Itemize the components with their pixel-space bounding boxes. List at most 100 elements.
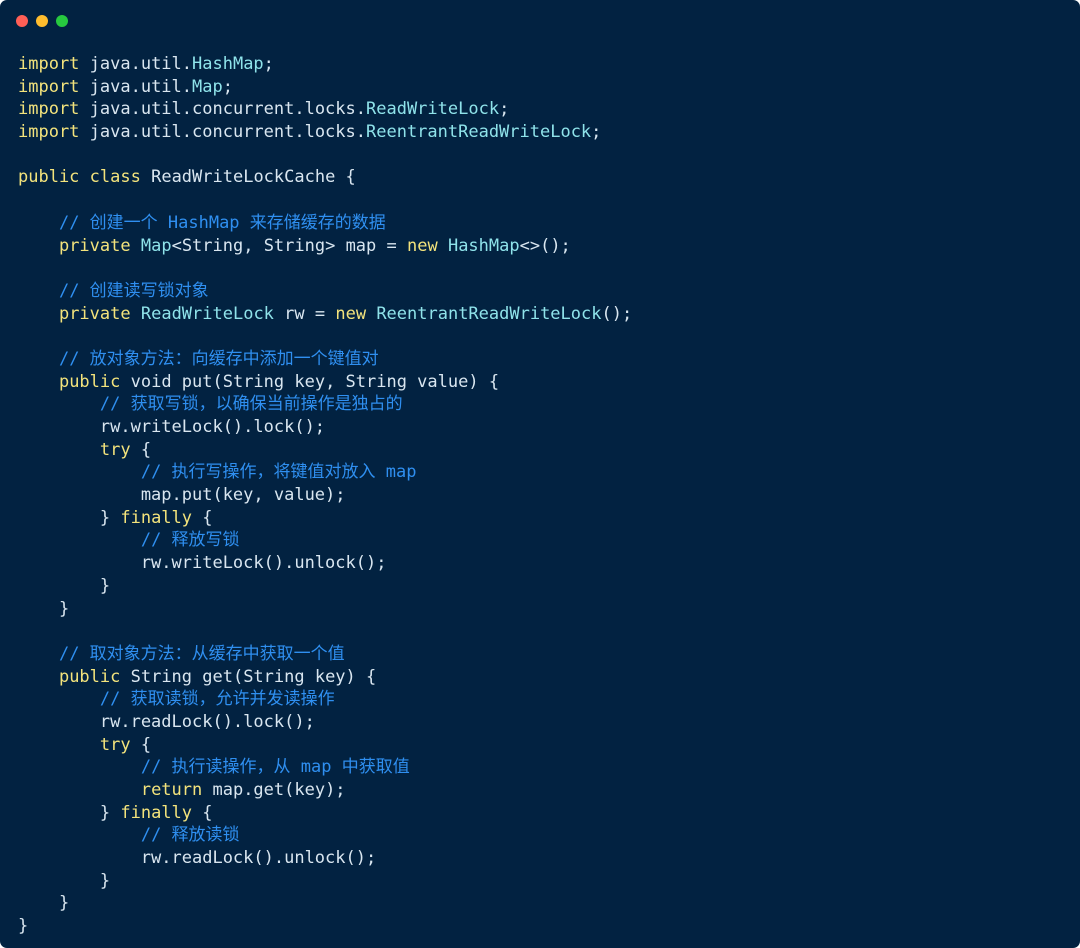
code-line: rw.writeLock().unlock(); — [18, 552, 632, 575]
code-text: { — [192, 802, 213, 823]
code-line: public String get(String key) { — [18, 666, 632, 689]
code-text: map.put(key, value); — [18, 485, 346, 506]
code-text: map.get(key); — [202, 780, 346, 800]
code-line: // 获取写锁，以确保当前操作是独占的 — [18, 393, 632, 416]
code-keyword: new — [406, 235, 438, 256]
code-type: HashMap — [447, 235, 520, 256]
code-text: ; — [591, 122, 602, 143]
minimize-window-icon[interactable] — [36, 15, 48, 27]
code-comment: // 释放写锁 — [140, 530, 240, 551]
code-line: } — [18, 870, 632, 893]
code-keyword: public — [18, 167, 80, 188]
code-line: public class ReadWriteLockCache { — [18, 166, 632, 189]
code-keyword: private — [58, 303, 131, 324]
code-keyword: import — [18, 99, 80, 120]
code-text: ; — [499, 99, 510, 120]
code-line: } — [18, 892, 632, 915]
code-type: ReentrantReadWriteLock — [366, 122, 592, 143]
code-text: rw.writeLock().unlock(); — [18, 553, 387, 574]
code-line: private ReadWriteLock rw = new Reentrant… — [18, 303, 632, 326]
code-text: } — [18, 507, 121, 528]
zoom-window-icon[interactable] — [56, 15, 68, 27]
code-line: // 执行写操作，将键值对放入 map — [18, 461, 632, 484]
code-keyword: new — [335, 303, 367, 324]
code-type: ReadWriteLock — [366, 99, 500, 120]
code-text: } — [18, 893, 70, 914]
code-line: try { — [18, 439, 632, 462]
code-comment: // 获取读锁，允许并发读操作 — [99, 689, 335, 710]
code-text: java.util. — [79, 54, 193, 74]
code-text: String get(String key) { — [120, 666, 377, 687]
code-comment: // 执行读操作，从 map 中获取值 — [140, 757, 410, 778]
code-line: private Map<String, String> map = new Ha… — [18, 235, 632, 258]
close-window-icon[interactable] — [16, 15, 28, 27]
code-text: rw = — [273, 303, 336, 324]
code-line: public void put(String key, String value… — [18, 371, 632, 394]
code-keyword: finally — [120, 802, 193, 823]
code-line: // 取对象方法：从缓存中获取一个值 — [18, 643, 632, 666]
code-line: map.put(key, value); — [18, 484, 632, 507]
code-text: } — [18, 575, 111, 596]
code-line: } — [18, 598, 632, 621]
code-text: } — [18, 870, 111, 891]
code-block: import java.util.HashMap; import java.uti… — [18, 53, 632, 938]
code-keyword: public — [58, 666, 121, 687]
code-window: import java.util.HashMap; import java.uti… — [0, 0, 1080, 948]
code-text: <>(); — [519, 235, 571, 256]
window-titlebar — [0, 0, 1080, 42]
code-line: return map.get(key); — [18, 779, 632, 802]
code-type: Map — [192, 76, 223, 97]
code-line: // 执行读操作，从 map 中获取值 — [18, 756, 632, 779]
code-type: ReentrantReadWriteLock — [376, 303, 602, 324]
code-text: } — [18, 598, 70, 619]
code-line: rw.readLock().unlock(); — [18, 847, 632, 870]
code-text: rw.readLock().lock(); — [18, 711, 315, 732]
code-text: { — [130, 734, 152, 755]
code-text: java.util.concurrent.locks. — [79, 122, 366, 143]
code-line: // 释放写锁 — [18, 529, 632, 552]
code-line: rw.writeLock().lock(); — [18, 416, 632, 439]
code-text: rw.writeLock().lock(); — [18, 417, 326, 437]
code-text: } — [18, 916, 29, 937]
code-keyword: import — [18, 54, 80, 74]
code-text: ReadWriteLockCache { — [140, 167, 356, 188]
code-keyword: import — [18, 76, 80, 97]
code-comment: // 获取写锁，以确保当前操作是独占的 — [99, 394, 403, 415]
code-line: // 放对象方法：向缓存中添加一个键值对 — [18, 348, 632, 371]
code-line: try { — [18, 734, 632, 757]
code-text: <String, String> map = — [171, 235, 407, 256]
code-text: (); — [601, 303, 633, 324]
code-comment: // 放对象方法：向缓存中添加一个键值对 — [58, 348, 379, 369]
code-line: import java.util.Map; — [18, 76, 632, 99]
code-keyword: private — [58, 235, 131, 256]
code-text: { — [130, 439, 152, 460]
code-keyword: finally — [120, 507, 193, 528]
code-line: // 创建读写锁对象 — [18, 280, 632, 303]
code-text: void put(String key, String value) { — [120, 371, 500, 392]
code-comment: // 取对象方法：从缓存中获取一个值 — [58, 643, 345, 664]
code-line: import java.util.HashMap; — [18, 53, 632, 76]
code-text: java.util.concurrent.locks. — [79, 99, 366, 120]
code-keyword: import — [18, 122, 80, 143]
